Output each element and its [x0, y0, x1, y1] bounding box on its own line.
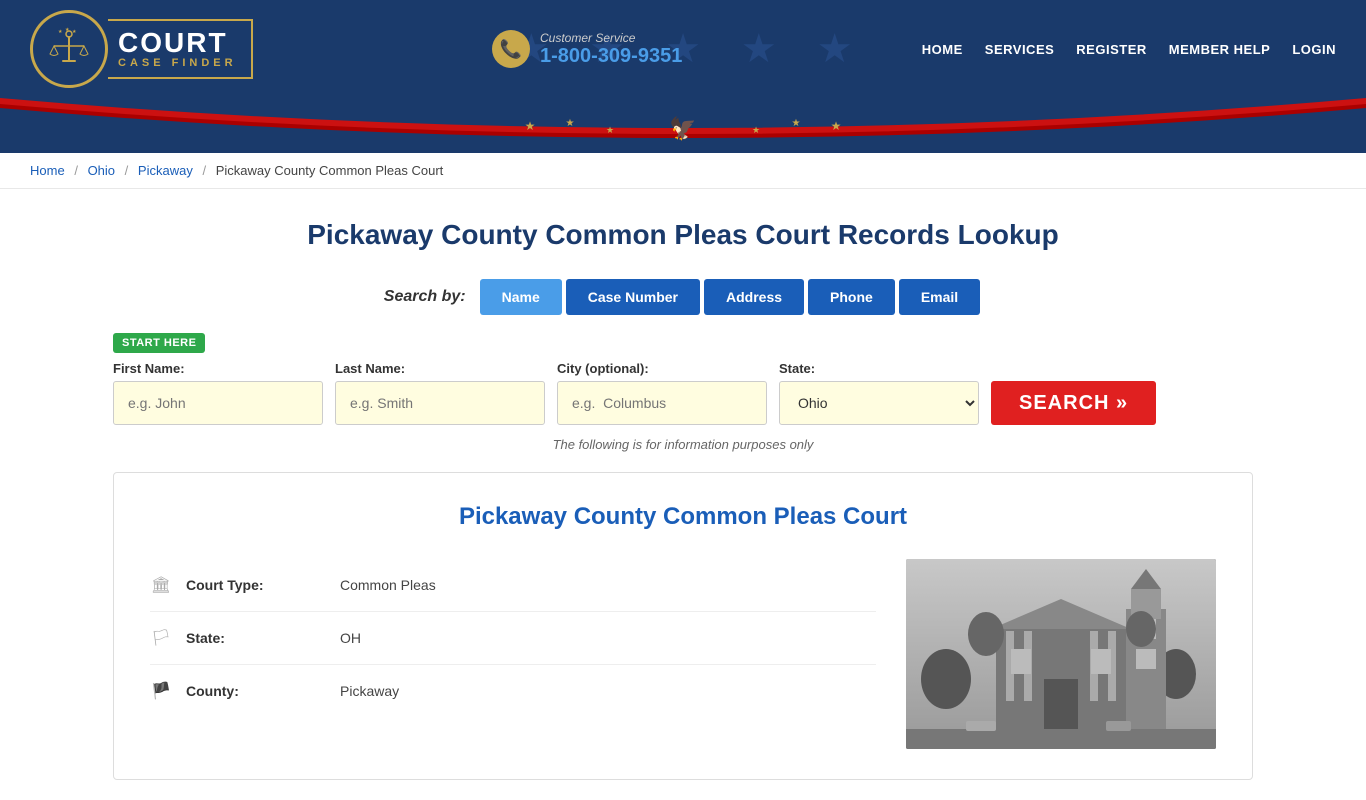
court-info-content: 🏛 Court Type: Common Pleas 🏳 State: OH 🏴… [150, 559, 1216, 749]
customer-service-label: Customer Service [540, 31, 682, 45]
tab-phone[interactable]: Phone [808, 279, 895, 315]
court-image-placeholder [906, 559, 1216, 749]
tab-name[interactable]: Name [480, 279, 562, 315]
svg-text:★: ★ [72, 29, 77, 35]
search-form: First Name: Last Name: City (optional): … [113, 361, 1253, 425]
court-info-details: 🏛 Court Type: Common Pleas 🏳 State: OH 🏴… [150, 559, 876, 749]
county-row: 🏴 County: Pickaway [150, 665, 876, 717]
bg-star-4: ★ [741, 26, 777, 72]
search-by-label: Search by: [384, 288, 466, 306]
nav-home[interactable]: HOME [922, 42, 963, 57]
ribbon-area: 🦅 ★ ★ ★ ★ ★ ★ [0, 98, 1366, 153]
svg-text:★: ★ [58, 29, 63, 35]
court-info-title: Pickaway County Common Pleas Court [150, 503, 1216, 531]
svg-text:★: ★ [566, 118, 575, 129]
state-select[interactable]: AlabamaAlaskaArizonaArkansasCaliforniaCo… [779, 381, 979, 425]
ribbon-svg: 🦅 ★ ★ ★ ★ ★ ★ [0, 98, 1366, 153]
court-building-svg [906, 559, 1216, 749]
svg-text:🦅: 🦅 [669, 115, 696, 141]
tab-case-number[interactable]: Case Number [566, 279, 700, 315]
svg-text:★: ★ [606, 125, 614, 135]
breadcrumb-sep-2: / [125, 163, 129, 178]
logo-svg: ★ ★ ★ [44, 24, 94, 74]
court-type-value: Common Pleas [340, 577, 436, 593]
svg-text:★: ★ [831, 119, 842, 133]
breadcrumb-ohio[interactable]: Ohio [88, 163, 115, 178]
court-type-label: Court Type: [186, 577, 326, 593]
breadcrumb: Home / Ohio / Pickaway / Pickaway County… [0, 153, 1366, 189]
nav-member-help[interactable]: MEMBER HELP [1169, 42, 1271, 57]
city-label: City (optional): [557, 361, 767, 376]
main-content: Pickaway County Common Pleas Court Recor… [93, 189, 1273, 800]
court-info-box: Pickaway County Common Pleas Court 🏛 Cou… [113, 472, 1253, 780]
nav-services[interactable]: SERVICES [985, 42, 1055, 57]
logo-text-block: COURT CASE FINDER [108, 19, 253, 79]
logo-circle: ★ ★ ★ [30, 10, 108, 88]
logo-case-finder-label: CASE FINDER [118, 57, 237, 69]
phone-area: 📞 Customer Service 1-800-309-9351 [492, 30, 682, 68]
nav-login[interactable]: LOGIN [1292, 42, 1336, 57]
flag-icon: 🏳 [150, 628, 172, 648]
last-name-input[interactable] [335, 381, 545, 425]
court-image [906, 559, 1216, 749]
location-icon: 🏴 [150, 681, 172, 701]
logo-court-label: COURT [118, 29, 228, 57]
svg-text:★: ★ [752, 125, 760, 135]
last-name-label: Last Name: [335, 361, 545, 376]
state-detail-value: OH [340, 630, 361, 646]
search-by-row: Search by: Name Case Number Address Phon… [113, 279, 1253, 315]
courthouse-icon: 🏛 [150, 575, 172, 595]
phone-number: 1-800-309-9351 [540, 45, 682, 68]
main-nav: HOME SERVICES REGISTER MEMBER HELP LOGIN [922, 42, 1336, 57]
first-name-input[interactable] [113, 381, 323, 425]
county-value: Pickaway [340, 683, 399, 699]
page-title: Pickaway County Common Pleas Court Recor… [113, 219, 1253, 251]
info-note: The following is for information purpose… [113, 437, 1253, 452]
breadcrumb-pickaway[interactable]: Pickaway [138, 163, 193, 178]
svg-text:★: ★ [525, 119, 536, 133]
bg-star-5: ★ [817, 26, 853, 72]
search-button[interactable]: SEARCH » [991, 381, 1156, 425]
breadcrumb-sep-3: / [202, 163, 206, 178]
start-here-badge: START HERE [113, 333, 205, 353]
first-name-group: First Name: [113, 361, 323, 425]
state-label: State: [779, 361, 979, 376]
first-name-label: First Name: [113, 361, 323, 376]
phone-icon: 📞 [492, 30, 530, 68]
court-type-row: 🏛 Court Type: Common Pleas [150, 559, 876, 612]
tab-email[interactable]: Email [899, 279, 980, 315]
tab-address[interactable]: Address [704, 279, 804, 315]
phone-text: Customer Service 1-800-309-9351 [540, 31, 682, 68]
state-row: 🏳 State: OH [150, 612, 876, 665]
last-name-group: Last Name: [335, 361, 545, 425]
breadcrumb-home[interactable]: Home [30, 163, 65, 178]
state-detail-label: State: [186, 630, 326, 646]
breadcrumb-sep-1: / [74, 163, 78, 178]
city-input[interactable] [557, 381, 767, 425]
nav-register[interactable]: REGISTER [1076, 42, 1146, 57]
city-group: City (optional): [557, 361, 767, 425]
county-label: County: [186, 683, 326, 699]
breadcrumb-current: Pickaway County Common Pleas Court [216, 163, 444, 178]
logo-area: ★ ★ ★ COURT CASE FINDER [30, 10, 253, 88]
state-group: State: AlabamaAlaskaArizonaArkansasCalif… [779, 361, 979, 425]
svg-text:★: ★ [792, 118, 801, 129]
site-header: ★ ★ ★ ★ ★ ★ ★ ★ COURT [0, 0, 1366, 98]
